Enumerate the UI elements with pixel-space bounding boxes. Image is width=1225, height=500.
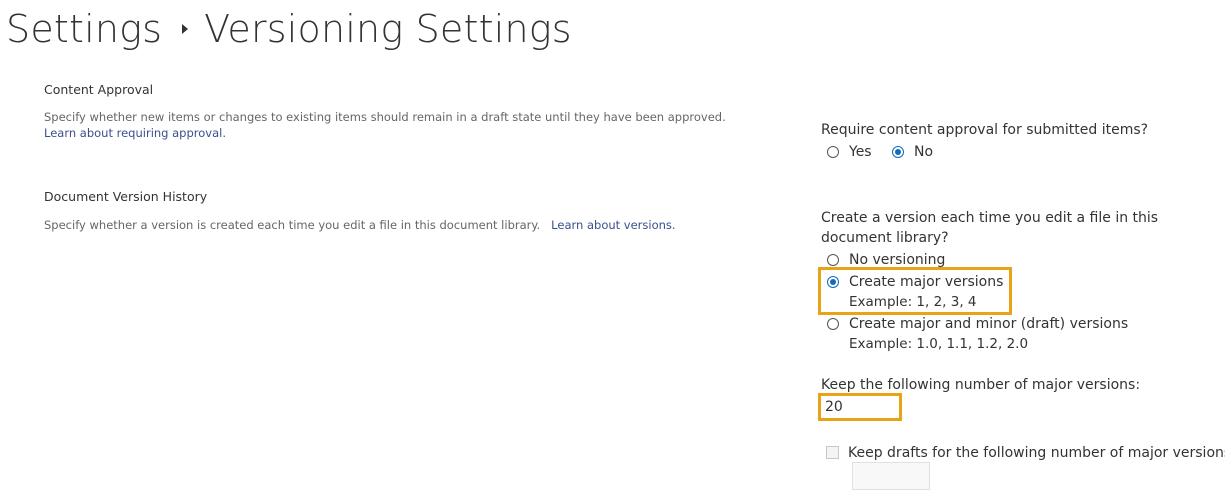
breadcrumb-current: Versioning Settings (204, 7, 572, 51)
major-minor-versions-label: Create major and minor (draft) versions (849, 316, 1129, 332)
breadcrumb-settings-link[interactable]: Settings (6, 7, 162, 51)
major-versions-example: Example: 1, 2, 3, 4 (849, 294, 977, 310)
learn-about-approval-link[interactable]: Learn about requiring approval. (44, 126, 226, 140)
no-versioning-radio[interactable] (827, 254, 839, 266)
breadcrumb-chevron-icon (182, 24, 189, 34)
major-versions-limit-input[interactable] (823, 396, 903, 418)
approval-yes-label: Yes (849, 144, 872, 160)
approval-yes-radio[interactable] (827, 146, 839, 158)
approval-no-label: No (914, 144, 934, 160)
content-approval-description-text: Specify whether new items or changes to … (44, 110, 726, 124)
approval-no-radio[interactable] (892, 146, 904, 158)
major-versions-label: Create major versions (849, 274, 1004, 290)
content-approval-description: Specify whether new items or changes to … (44, 109, 764, 141)
version-history-title: Document Version History (44, 189, 208, 204)
major-versions-radio[interactable] (827, 276, 839, 288)
version-history-description: Specify whether a version is created eac… (44, 217, 764, 233)
version-history-description-text: Specify whether a version is created eac… (44, 218, 541, 232)
versioning-question: Create a version each time you edit a fi… (821, 210, 1159, 246)
drafts-limit-input[interactable] (852, 462, 930, 490)
major-versions-limit-label: Keep the following number of major versi… (821, 377, 1141, 393)
keep-drafts-label: Keep drafts for the following number of … (848, 445, 1225, 461)
content-approval-title: Content Approval (44, 82, 154, 97)
content-approval-question: Require content approval for submitted i… (821, 122, 1149, 138)
major-minor-versions-example: Example: 1.0, 1.1, 1.2, 2.0 (849, 336, 1029, 352)
major-minor-versions-radio[interactable] (827, 318, 839, 330)
page-title: Settings Versioning Settings (6, 4, 572, 54)
learn-about-versions-link[interactable]: Learn about versions. (551, 218, 675, 232)
keep-drafts-checkbox[interactable] (826, 446, 839, 459)
